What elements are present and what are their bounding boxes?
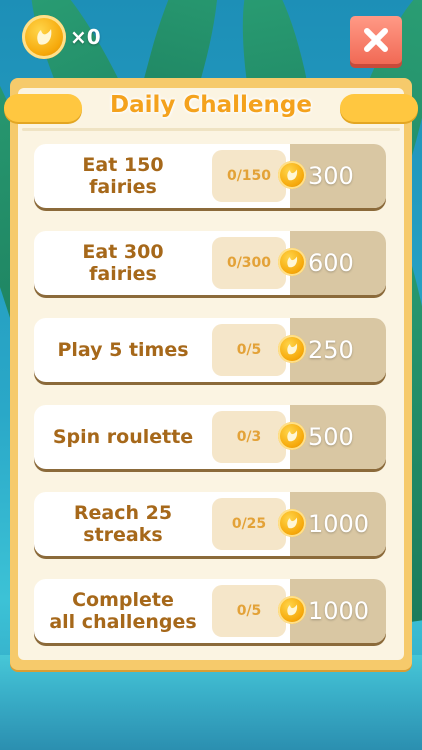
- challenge-progress: 0/300: [212, 237, 286, 289]
- gold-coin-icon: [278, 248, 306, 276]
- challenge-row[interactable]: Play 5 times 0/5 250: [34, 318, 386, 382]
- reward-amount: 1000: [308, 597, 370, 625]
- challenge-label: Eat 300 fairies: [82, 241, 164, 285]
- reward-amount: 1000: [308, 510, 370, 538]
- challenge-row[interactable]: Complete all challenges 0/5 1000: [34, 579, 386, 643]
- panel-title: Daily Challenge: [110, 92, 312, 118]
- challenge-label: Complete all challenges: [49, 589, 197, 633]
- reward-amount: 300: [308, 162, 354, 190]
- challenge-row[interactable]: Eat 150 fairies 0/150 300: [34, 144, 386, 208]
- challenge-progress: 0/25: [212, 498, 286, 550]
- gold-coin-icon: [278, 161, 306, 189]
- challenge-reward: 1000: [278, 492, 386, 556]
- challenge-label: Play 5 times: [57, 339, 189, 361]
- challenge-progress: 0/5: [212, 324, 286, 376]
- gold-coin-icon: [22, 15, 66, 59]
- reward-amount: 600: [308, 249, 354, 277]
- coin-counter: ×0: [22, 15, 101, 59]
- challenge-reward: 600: [278, 231, 386, 295]
- gold-coin-icon: [278, 422, 306, 450]
- title-divider: [22, 128, 400, 131]
- challenge-row[interactable]: Spin roulette 0/3 500: [34, 405, 386, 469]
- gold-coin-icon: [278, 596, 306, 624]
- gold-coin-icon: [278, 509, 306, 537]
- reward-amount: 250: [308, 336, 354, 364]
- challenge-reward: 1000: [278, 579, 386, 643]
- challenge-label: Spin roulette: [52, 426, 194, 448]
- challenge-progress: 0/5: [212, 585, 286, 637]
- gold-coin-icon: [278, 335, 306, 363]
- close-button[interactable]: [350, 16, 402, 64]
- challenge-reward: 300: [278, 144, 386, 208]
- challenge-row[interactable]: Eat 300 fairies 0/300 600: [34, 231, 386, 295]
- challenge-row[interactable]: Reach 25 streaks 0/25 1000: [34, 492, 386, 556]
- coin-count: ×0: [70, 25, 101, 49]
- challenge-progress: 0/150: [212, 150, 286, 202]
- challenge-label: Eat 150 fairies: [82, 154, 164, 198]
- reward-amount: 500: [308, 423, 354, 451]
- challenge-label: Reach 25 streaks: [73, 502, 173, 546]
- challenge-reward: 250: [278, 318, 386, 382]
- challenge-reward: 500: [278, 405, 386, 469]
- challenge-progress: 0/3: [212, 411, 286, 463]
- close-icon: [364, 28, 388, 52]
